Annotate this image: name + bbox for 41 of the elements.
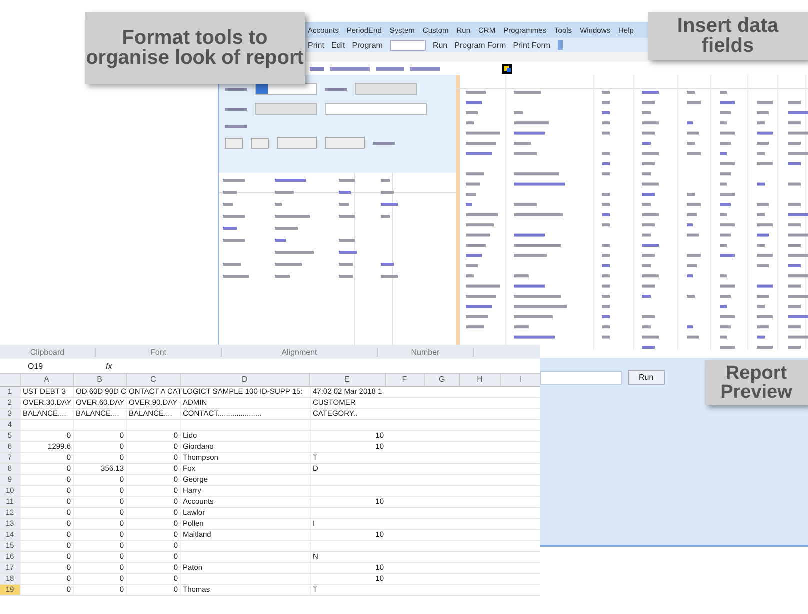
toolbar-button[interactable]: Print Form: [513, 40, 551, 50]
ribbon-group-label: Alignment: [222, 348, 378, 356]
ribbon-group-label: Font: [96, 348, 222, 356]
toolbar-button[interactable]: Print: [308, 40, 324, 50]
column-header[interactable]: A: [20, 374, 73, 386]
dropdown-field[interactable]: [255, 103, 317, 115]
toolbar-button[interactable]: Program Form: [454, 40, 506, 50]
run-button[interactable]: Run: [628, 370, 665, 385]
program-field[interactable]: [390, 40, 426, 50]
callout-label: Format tools to organise look of report: [85, 12, 305, 84]
form-button[interactable]: [277, 137, 317, 149]
toolbar-button[interactable]: Edit: [331, 40, 346, 50]
ribbon-group-label: Number: [378, 348, 474, 356]
dropdown-field[interactable]: [355, 83, 417, 95]
column-header[interactable]: F: [384, 374, 424, 386]
column-header[interactable]: E: [308, 374, 385, 386]
input-field[interactable]: [540, 370, 622, 384]
dropdown-field[interactable]: [255, 83, 317, 95]
callout-label: Insert data fields: [648, 12, 808, 60]
ribbon-group-label: Clipboard: [0, 348, 96, 356]
color-swatch-icon[interactable]: [502, 64, 512, 74]
column-header[interactable]: B: [72, 374, 126, 386]
column-header[interactable]: H: [459, 374, 500, 386]
toolbar-button[interactable]: Run: [432, 40, 448, 50]
callout-label: Report Preview: [705, 360, 808, 405]
blurred-label: [373, 142, 395, 144]
blurred-label: [225, 124, 247, 128]
program-label: Program: [352, 40, 383, 50]
text-field[interactable]: [325, 103, 427, 115]
small-button[interactable]: [251, 138, 269, 148]
small-button[interactable]: [225, 138, 243, 148]
blurred-label: [225, 108, 247, 110]
name-box[interactable]: O19: [0, 362, 98, 370]
column-header[interactable]: C: [126, 374, 180, 386]
column-header[interactable]: D: [180, 374, 309, 386]
function-button[interactable]: fx: [106, 362, 112, 370]
blurred-label: [225, 88, 247, 90]
form-button[interactable]: [325, 137, 365, 149]
column-header[interactable]: G: [424, 374, 460, 386]
blurred-label: [325, 88, 347, 90]
column-header[interactable]: I: [500, 374, 540, 386]
